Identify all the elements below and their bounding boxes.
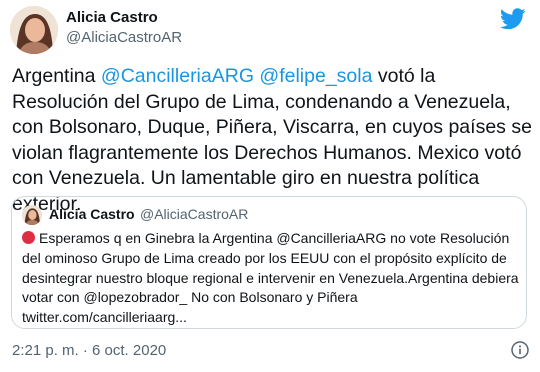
quoted-author-handle: @AliciaCastroAR <box>140 206 249 222</box>
quoted-author-name: Alicia Castro <box>49 206 135 222</box>
quoted-tweet-body: Esperamos q en Ginebra la Argentina @Can… <box>22 230 519 326</box>
quoted-author-avatar <box>22 205 42 225</box>
author-avatar[interactable] <box>10 6 58 54</box>
tweet-text: Argentina @CancilleriaARG @felipe_sola v… <box>12 64 532 217</box>
info-icon[interactable] <box>511 341 529 359</box>
tweet-timestamp[interactable]: 2:21 p. m. · 6 oct. 2020 <box>12 342 166 359</box>
author-handle[interactable]: @AliciaCastroAR <box>66 29 182 46</box>
tweet-text-part: Argentina <box>12 65 101 87</box>
mention-link[interactable]: @CancilleriaARG <box>101 65 254 87</box>
mention-link[interactable]: @felipe_sola <box>259 65 372 87</box>
quoted-tweet-text: Esperamos q en Ginebra la Argentina @Can… <box>22 229 522 328</box>
red-circle-emoji-icon <box>22 231 35 244</box>
author-name[interactable]: Alicia Castro <box>66 9 158 26</box>
quoted-tweet[interactable]: Alicia Castro @AliciaCastroAR Esperamos … <box>11 196 527 329</box>
twitter-bird-icon[interactable] <box>500 8 526 30</box>
tweet-text-part: votó la Resolución del Grupo de Lima, co… <box>12 65 532 215</box>
